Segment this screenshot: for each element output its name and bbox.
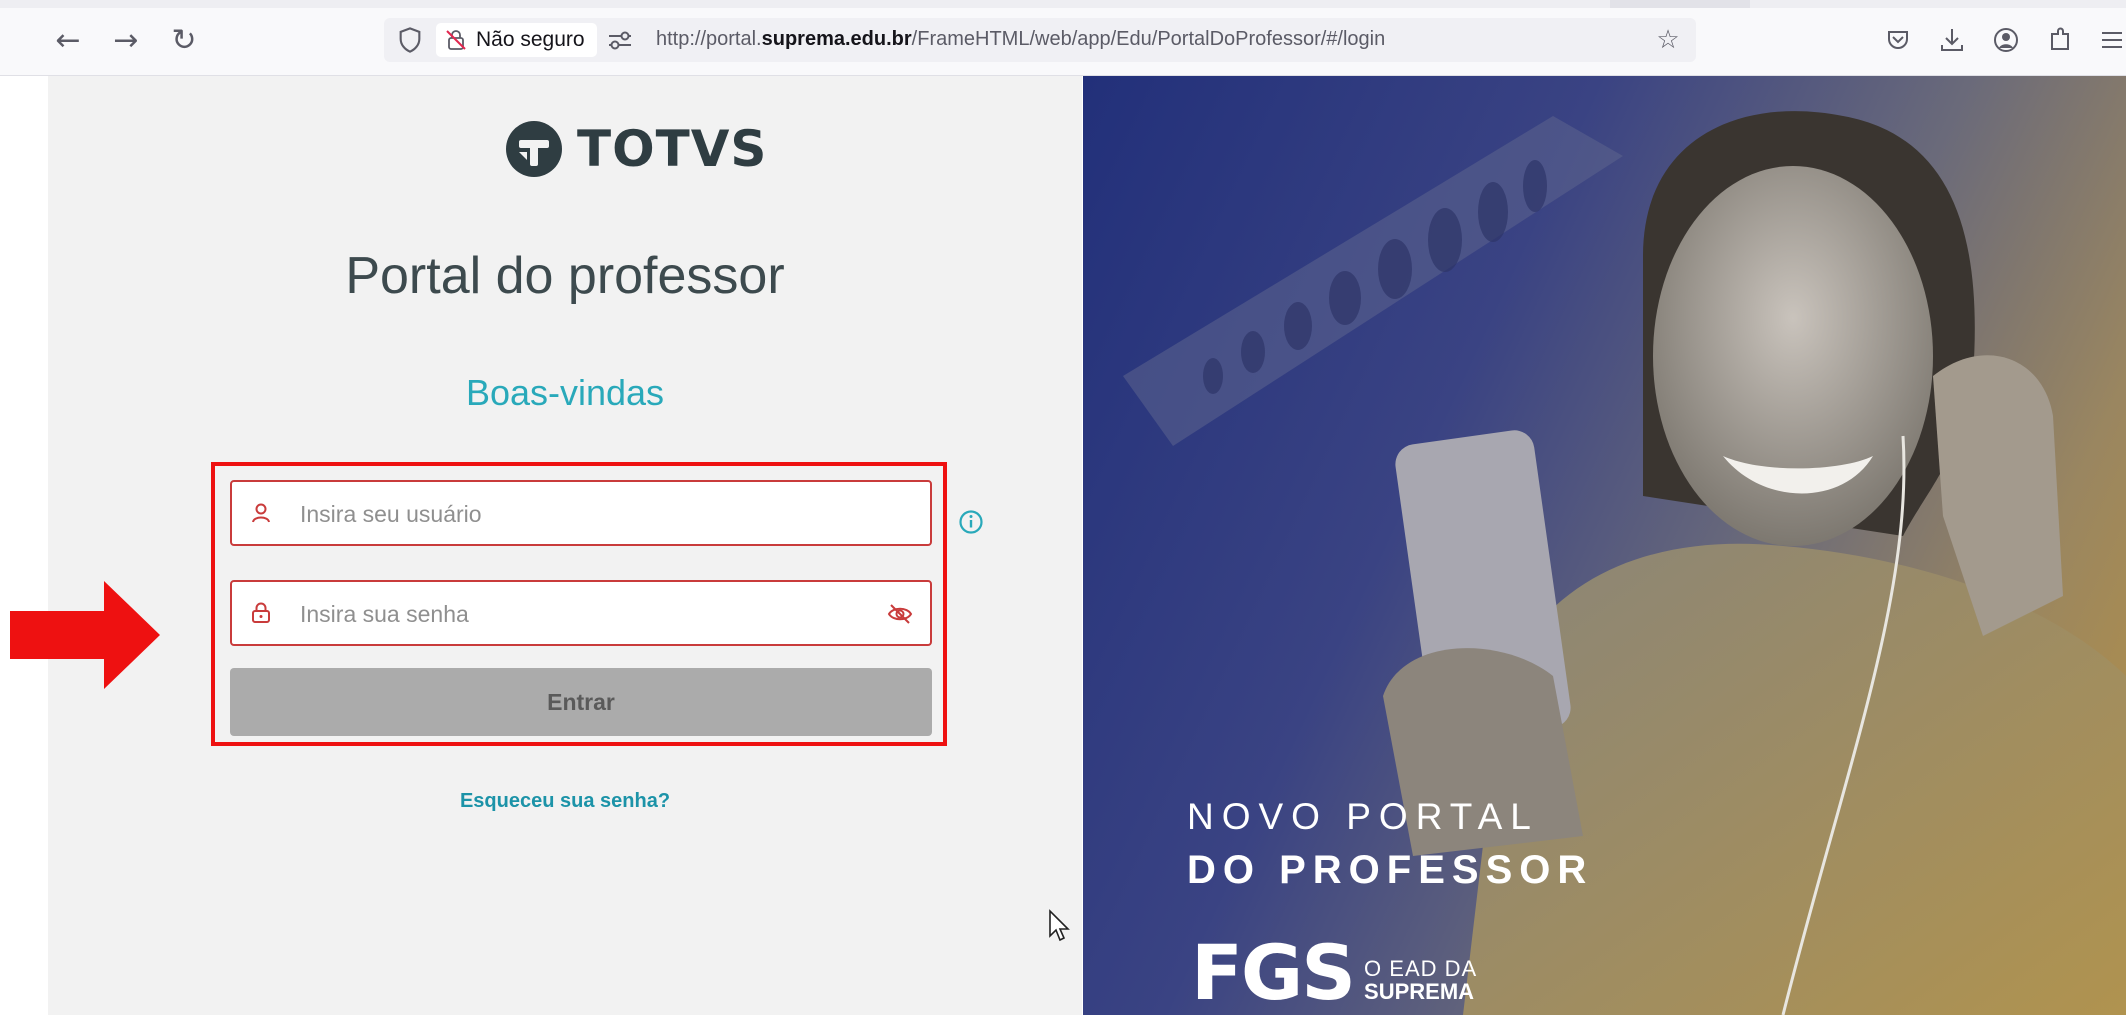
account-icon[interactable] bbox=[1988, 22, 2024, 58]
eye-off-icon[interactable] bbox=[886, 600, 914, 628]
red-arrow-icon bbox=[10, 581, 160, 689]
username-field[interactable] bbox=[230, 480, 932, 546]
download-icon[interactable] bbox=[1934, 22, 1970, 58]
url-domain: suprema.edu.br bbox=[761, 28, 912, 50]
login-button[interactable]: Entrar bbox=[230, 668, 932, 736]
forward-arrow-icon[interactable]: → bbox=[108, 22, 144, 58]
fgs-subtitle: O EAD DA SUPREMA bbox=[1364, 958, 1477, 1008]
security-label: Não seguro bbox=[476, 28, 585, 51]
fgs-mark: FGS bbox=[1191, 928, 1356, 1015]
address-bar[interactable]: Não seguro http://portal.suprema.edu.br/… bbox=[384, 18, 1696, 62]
password-field[interactable] bbox=[230, 580, 932, 646]
reload-icon[interactable]: ↻ bbox=[166, 22, 202, 58]
back-arrow-icon[interactable]: ← bbox=[50, 22, 86, 58]
extensions-icon[interactable] bbox=[2042, 22, 2078, 58]
hero-banner: NOVO PORTAL DO PROFESSOR FGS O EAD DA SU… bbox=[1083, 76, 2126, 1015]
mouse-cursor-icon bbox=[1049, 909, 1070, 942]
password-input[interactable] bbox=[298, 590, 862, 638]
forgot-password-link[interactable]: Esqueceu sua senha? bbox=[48, 790, 1082, 813]
user-icon bbox=[252, 503, 270, 523]
insecure-lock-icon bbox=[446, 30, 466, 50]
fgs-logo: FGS O EAD DA SUPREMA bbox=[1191, 928, 1477, 1015]
username-input[interactable] bbox=[298, 490, 862, 538]
fgs-sub-line-2: SUPREMA bbox=[1364, 979, 1475, 1004]
brand-name: TOTVS bbox=[577, 120, 768, 178]
star-icon[interactable]: ☆ bbox=[1652, 24, 1684, 56]
tab-strip-segment bbox=[1610, 0, 1750, 8]
info-icon[interactable] bbox=[958, 509, 984, 535]
page-content: TOTVS Portal do professor Boas-vindas In… bbox=[0, 76, 2126, 1015]
permissions-icon[interactable] bbox=[606, 28, 634, 52]
fgs-sub-line-1: O EAD DA bbox=[1364, 956, 1478, 981]
totvs-logo-icon bbox=[506, 121, 562, 177]
login-panel: TOTVS Portal do professor Boas-vindas In… bbox=[48, 76, 1082, 1015]
totvs-logo: TOTVS bbox=[503, 118, 767, 180]
shield-icon[interactable] bbox=[396, 26, 424, 54]
lock-icon bbox=[252, 602, 270, 623]
security-indicator[interactable]: Não seguro bbox=[436, 23, 597, 57]
welcome-text: Boas-vindas bbox=[465, 372, 665, 413]
hero-line-2: DO PROFESSOR bbox=[1187, 848, 1594, 892]
menu-icon[interactable] bbox=[2094, 22, 2126, 58]
hero-line-1: NOVO PORTAL bbox=[1187, 796, 1539, 837]
url-path: /FrameHTML/web/app/Edu/PortalDoProfessor… bbox=[911, 28, 1386, 50]
browser-toolbar: ← → ↻ Não seguro http://portal.suprema.e… bbox=[0, 0, 2126, 76]
page-title: Portal do professor bbox=[345, 247, 785, 305]
url-prefix: http://portal. bbox=[656, 28, 762, 50]
url-text[interactable]: http://portal.suprema.edu.br/FrameHTML/w… bbox=[656, 28, 1385, 51]
tab-strip bbox=[0, 0, 2126, 8]
pocket-icon[interactable] bbox=[1880, 22, 1916, 58]
